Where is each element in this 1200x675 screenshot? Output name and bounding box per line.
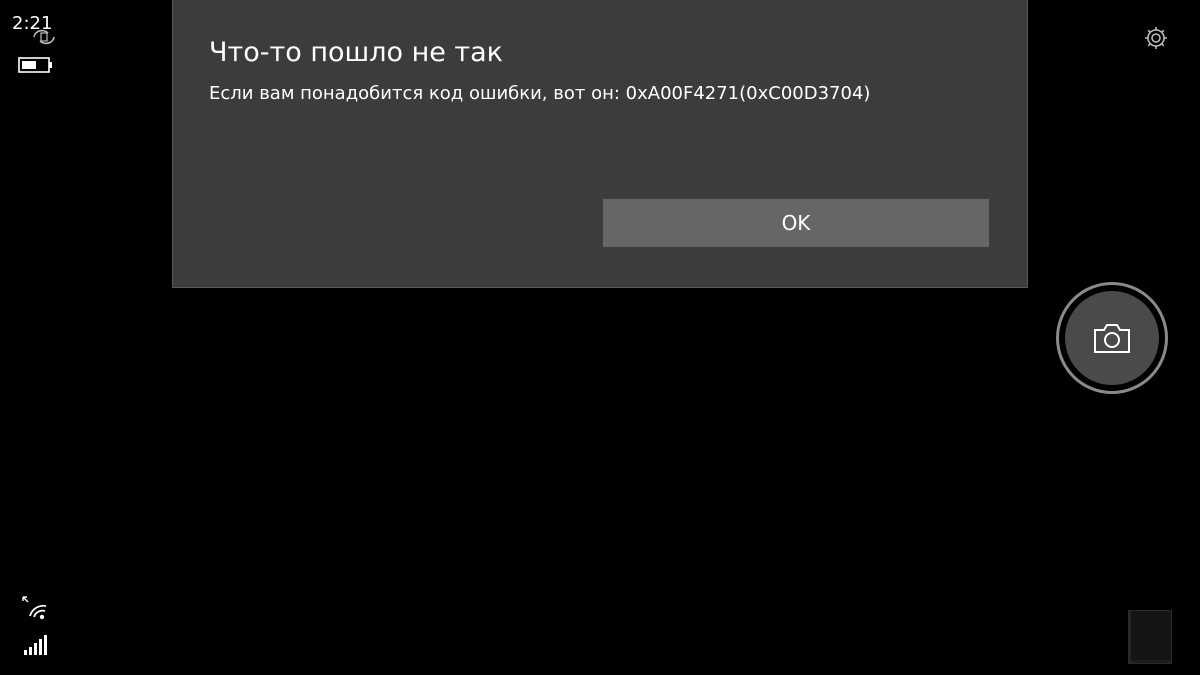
camera-screen: 2:21 Что-то пошло не так Если вам понадо…: [0, 0, 1200, 675]
wifi-icon: [22, 596, 47, 620]
gear-icon[interactable]: [1142, 24, 1170, 52]
battery-icon: [18, 57, 52, 73]
status-time: 2:21: [12, 13, 53, 34]
shutter-inner: [1065, 291, 1159, 385]
ok-button[interactable]: OK: [603, 199, 989, 247]
camera-icon: [1094, 324, 1130, 353]
error-dialog: Что-то пошло не так Если вам понадобится…: [172, 0, 1028, 288]
shutter-button[interactable]: [1056, 282, 1168, 394]
dialog-message: Если вам понадобится код ошибки, вот он:…: [209, 83, 871, 104]
gallery-thumbnail[interactable]: [1128, 610, 1172, 664]
thumbnail-image: [1129, 611, 1171, 663]
dialog-title: Что-то пошло не так: [209, 37, 503, 68]
signal-icon: [24, 635, 47, 655]
